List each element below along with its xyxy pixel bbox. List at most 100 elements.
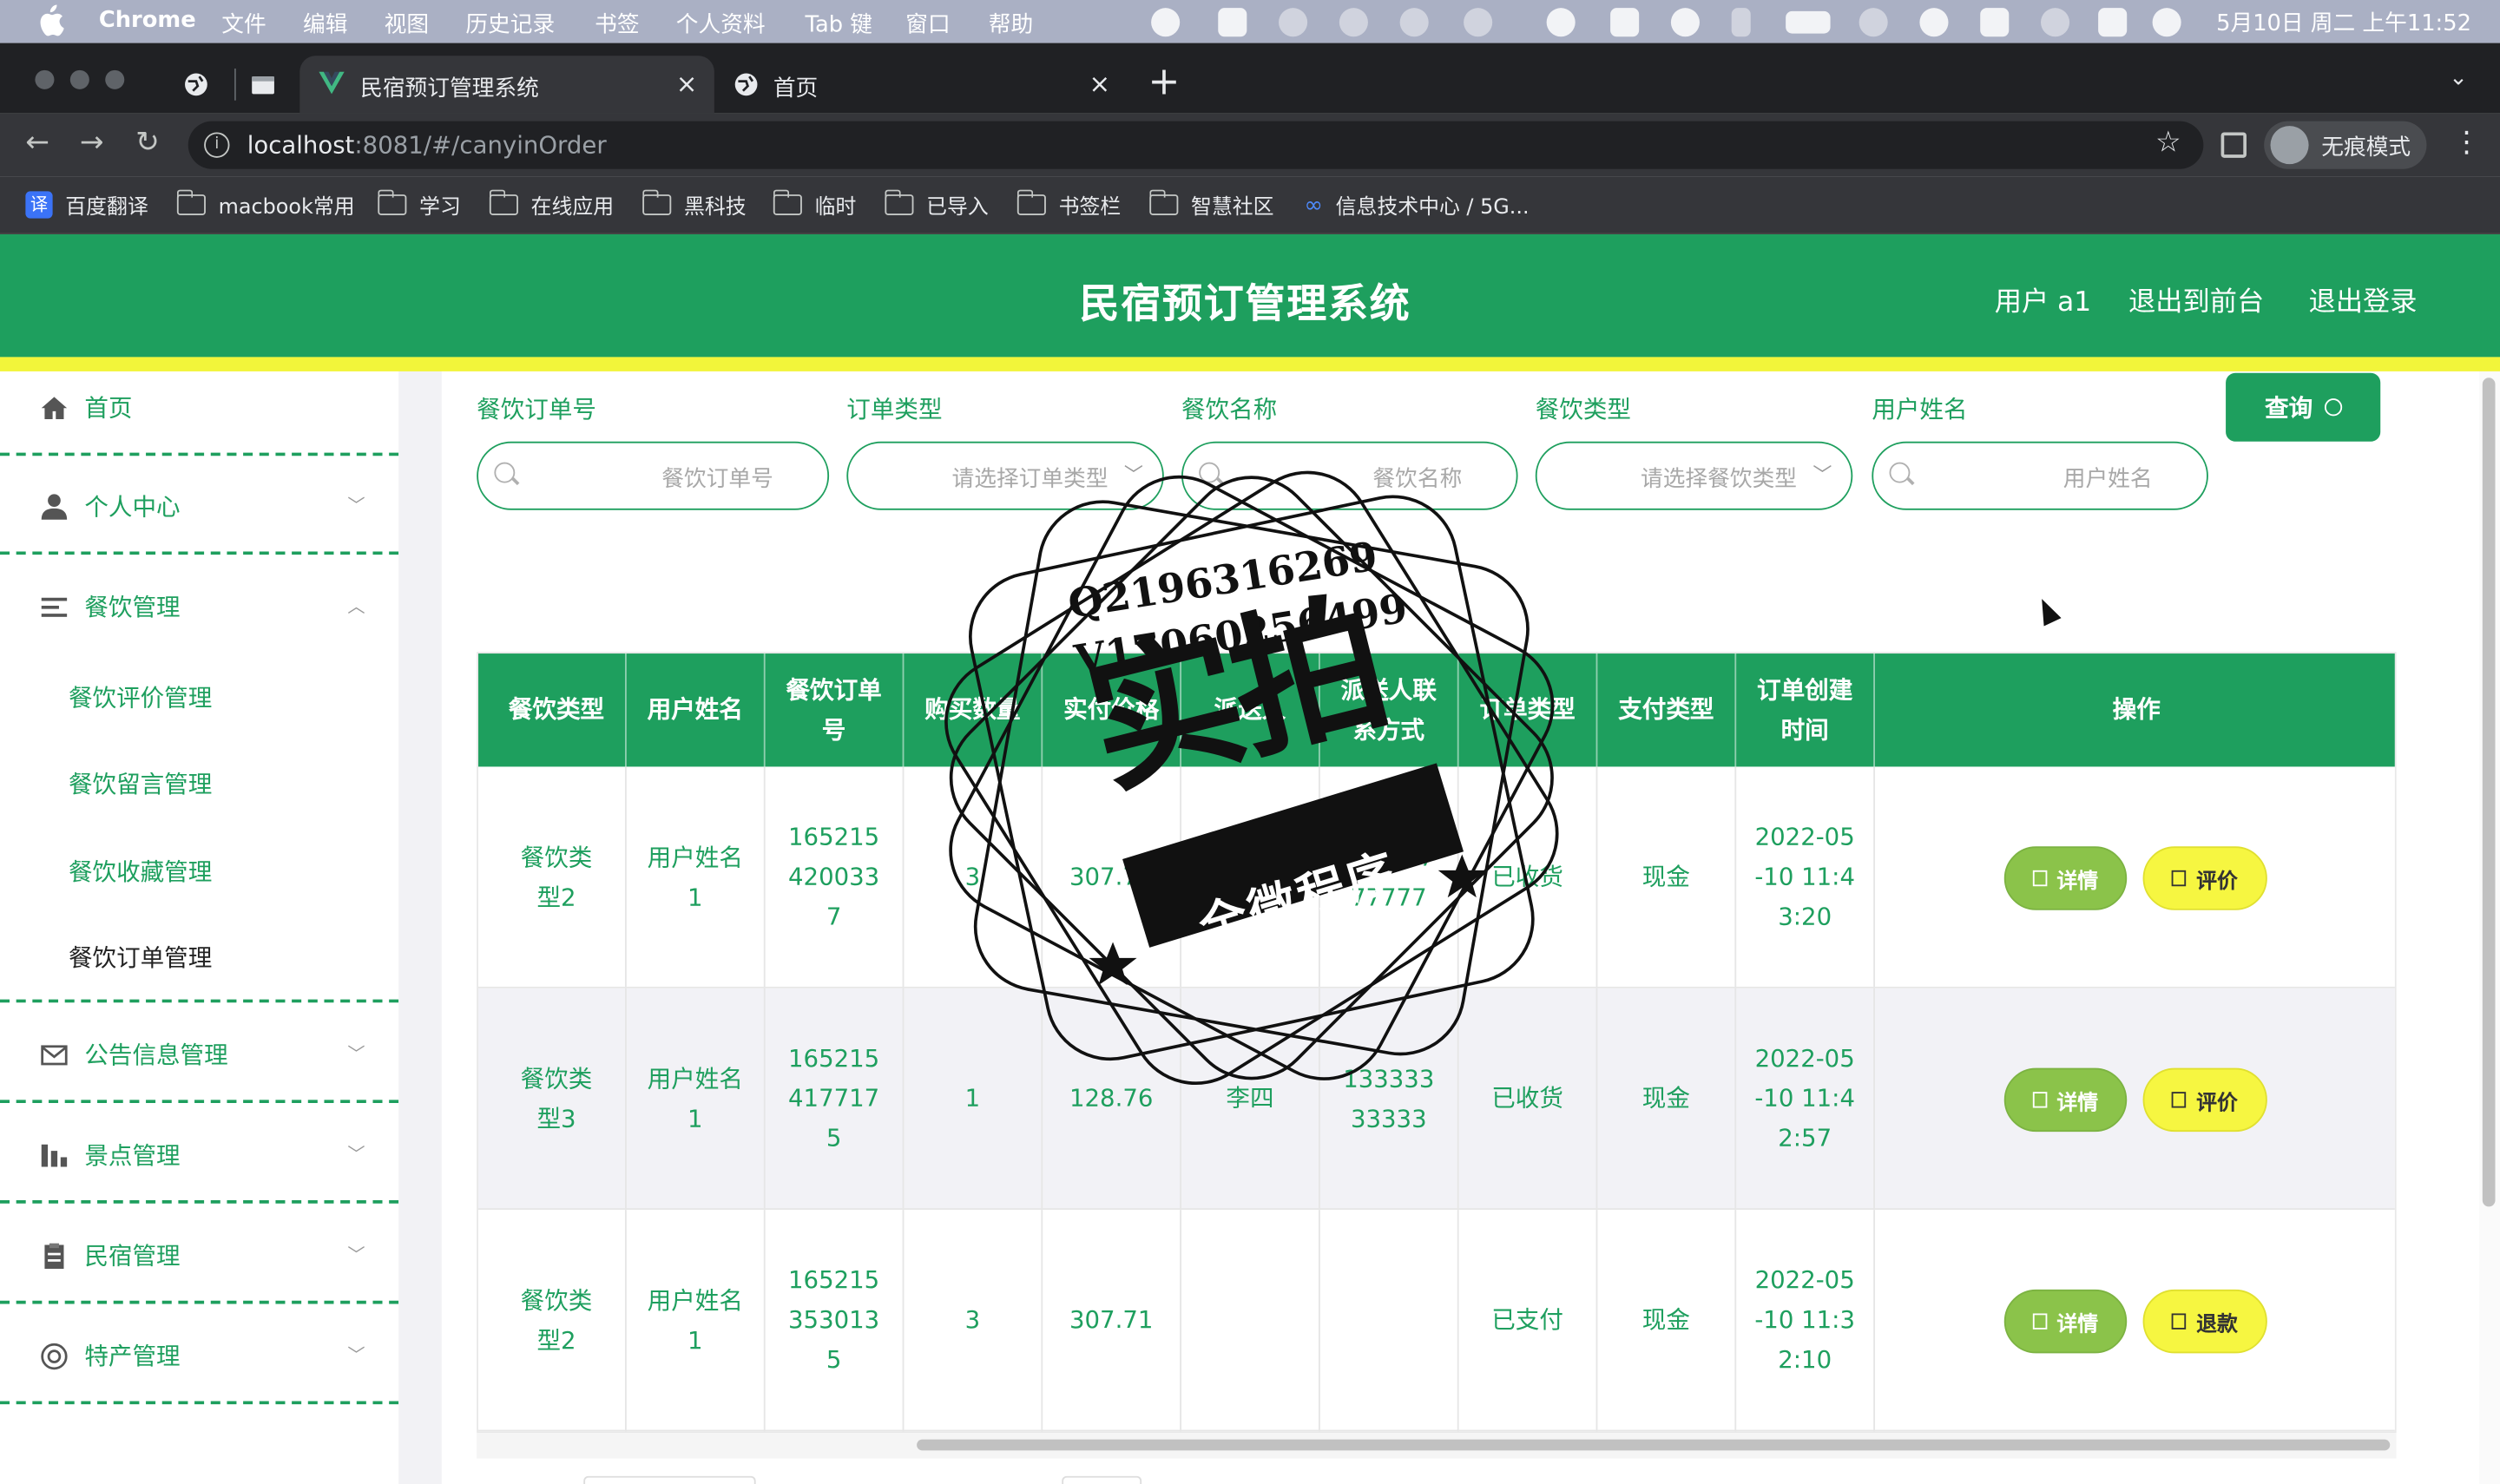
- status-tools-icon[interactable]: [1670, 8, 1700, 37]
- scrollbar-thumb[interactable]: [917, 1439, 2391, 1451]
- sidebar-item-scenic[interactable]: 景点管理 ﹀: [0, 1138, 398, 1170]
- sidebar-label: 特产管理: [84, 1341, 181, 1370]
- status-info-icon[interactable]: [1546, 8, 1576, 37]
- tab-home[interactable]: 首页 ×: [720, 56, 1126, 113]
- tab-close-icon[interactable]: ×: [676, 69, 698, 99]
- sidebar-sub-order[interactable]: 餐饮订单管理: [69, 941, 212, 975]
- status-bell-icon[interactable]: [1279, 8, 1308, 37]
- review-button[interactable]: 评价: [2142, 846, 2267, 910]
- col-created: 订单创建时间: [1736, 653, 1876, 767]
- pagination-jump-input[interactable]: [1062, 1475, 1142, 1484]
- food-type-select[interactable]: 请选择餐饮类型 ﹀: [1535, 441, 1853, 510]
- menu-history[interactable]: 历史记录: [465, 8, 555, 40]
- pagination-size-select[interactable]: [583, 1475, 756, 1484]
- bluetooth-icon[interactable]: [1731, 8, 1751, 37]
- menu-file[interactable]: 文件: [221, 8, 266, 40]
- menu-app-chrome[interactable]: Chrome: [99, 8, 196, 33]
- sidebar-item-home[interactable]: 首页: [0, 391, 398, 423]
- bookmark-folder[interactable]: 书签栏: [1016, 189, 1121, 220]
- bookmark-folder[interactable]: 已导入: [884, 189, 989, 220]
- order-type-select[interactable]: 请选择订单类型 ﹀: [846, 441, 1164, 510]
- food-name-input[interactable]: 餐饮名称: [1181, 441, 1518, 510]
- query-button[interactable]: 查询: [2226, 372, 2381, 442]
- refund-button[interactable]: 退款: [2142, 1289, 2267, 1354]
- detail-button[interactable]: 详情: [2003, 1289, 2128, 1354]
- user-switch-icon[interactable]: [1919, 8, 1949, 37]
- spotlight-icon[interactable]: [2041, 8, 2070, 37]
- sidebar-sub-message[interactable]: 餐饮留言管理: [69, 766, 212, 800]
- tab-minsu-system[interactable]: 民宿预订管理系统 ×: [299, 56, 714, 114]
- detail-button[interactable]: 详情: [2003, 1067, 2128, 1133]
- chevron-down-icon: ﹀: [347, 496, 365, 517]
- scrollbar-thumb[interactable]: [2482, 378, 2496, 1207]
- battery-icon[interactable]: [1786, 10, 1831, 34]
- bookmark-baidu-translate[interactable]: 译百度翻译: [25, 190, 148, 220]
- menu-profile[interactable]: 个人资料: [676, 8, 766, 40]
- incognito-badge[interactable]: 无痕模式: [2264, 121, 2427, 169]
- detail-button[interactable]: 详情: [2003, 846, 2128, 910]
- sidebar-item-homestay[interactable]: 民宿管理 ﹀: [0, 1238, 398, 1271]
- book-icon: [2172, 1092, 2188, 1108]
- review-button[interactable]: 评价: [2142, 1067, 2267, 1133]
- bookmark-folder[interactable]: 智慧社区: [1148, 189, 1274, 220]
- user-name-input[interactable]: 用户姓名: [1872, 441, 2208, 510]
- horizontal-scrollbar[interactable]: [477, 1433, 2397, 1459]
- window-minimize-button[interactable]: [69, 69, 89, 89]
- tab-group-icon[interactable]: [250, 72, 275, 97]
- document-icon: [2032, 870, 2048, 887]
- status-blank-icon[interactable]: [1464, 8, 1493, 37]
- menu-bookmarks[interactable]: 书签: [595, 8, 639, 40]
- chevron-down-icon: ﹀: [1812, 463, 1832, 487]
- status-window-icon[interactable]: [1610, 8, 1640, 37]
- control-center-icon[interactable]: [2098, 8, 2128, 37]
- logout-link[interactable]: 退出登录: [2309, 279, 2418, 319]
- status-stop-icon[interactable]: [1151, 8, 1181, 37]
- menu-help[interactable]: 帮助: [989, 8, 1033, 40]
- bookmark-info-center[interactable]: ∞ 信息技术中心 / 5G...: [1304, 190, 1529, 220]
- menu-view[interactable]: 视图: [385, 8, 429, 40]
- menubar-clock[interactable]: 5月10日 周二 上午11:52: [2216, 6, 2471, 38]
- globe-icon[interactable]: [183, 72, 208, 97]
- back-arrow-icon[interactable]: ←: [25, 127, 49, 160]
- bookmark-folder[interactable]: 学习: [377, 189, 461, 220]
- siri-icon[interactable]: [2152, 8, 2181, 37]
- side-panel-icon[interactable]: [2220, 132, 2247, 158]
- bookmark-folder[interactable]: 黑科技: [641, 189, 747, 220]
- status-s-icon[interactable]: [1980, 8, 2010, 37]
- status-minus-icon[interactable]: [1339, 8, 1368, 37]
- wifi-icon[interactable]: [1859, 8, 1888, 37]
- bookmark-star-icon[interactable]: ☆: [2155, 126, 2181, 160]
- new-tab-button[interactable]: +: [1148, 62, 1180, 101]
- bookmark-folder[interactable]: 临时: [772, 189, 856, 220]
- apple-icon[interactable]: [35, 4, 64, 37]
- sidebar-item-catering[interactable]: 餐饮管理 ︿: [0, 590, 398, 622]
- window-zoom-button[interactable]: [105, 69, 125, 89]
- site-info-icon[interactable]: i: [204, 132, 230, 158]
- cell-user: 用户姓名1: [627, 988, 766, 1211]
- tab-close-icon[interactable]: ×: [1089, 69, 1110, 99]
- bookmark-folder[interactable]: 在线应用: [488, 189, 614, 220]
- window-close-button[interactable]: [35, 69, 55, 89]
- address-url[interactable]: localhost:8081/#/canyinOrder: [247, 131, 607, 160]
- sidebar-item-specialty[interactable]: 特产管理 ﹀: [0, 1339, 398, 1371]
- sidebar-sub-review[interactable]: 餐饮评价管理: [69, 680, 212, 714]
- tab-search-chevron-icon[interactable]: ⌄: [2449, 65, 2468, 90]
- bag-icon: [2172, 1313, 2188, 1330]
- more-menu-icon[interactable]: ⋮: [2452, 126, 2481, 160]
- menu-edit[interactable]: 编辑: [303, 8, 347, 40]
- bookmark-folder[interactable]: macbook常用: [175, 189, 355, 220]
- status-gear-icon[interactable]: [1399, 8, 1429, 37]
- exit-to-front-link[interactable]: 退出到前台: [2128, 279, 2264, 319]
- reload-icon[interactable]: ↻: [135, 127, 160, 160]
- sidebar-item-notice[interactable]: 公告信息管理 ﹀: [0, 1038, 398, 1070]
- menu-tab[interactable]: Tab 键: [806, 8, 872, 40]
- vertical-scrollbar[interactable]: [2479, 371, 2500, 1484]
- sidebar-sub-favorite[interactable]: 餐饮收藏管理: [69, 854, 212, 888]
- address-bar[interactable]: i localhost:8081/#/canyinOrder ☆: [188, 121, 2204, 169]
- status-word-icon[interactable]: [1218, 8, 1247, 37]
- sidebar-item-personal[interactable]: 个人中心 ﹀: [0, 489, 398, 522]
- placeholder: 请选择餐饮类型: [1641, 467, 1798, 493]
- order-no-input[interactable]: 餐饮订单号: [477, 441, 830, 510]
- forward-arrow-icon[interactable]: →: [80, 127, 104, 160]
- menu-window[interactable]: 窗口: [905, 8, 950, 40]
